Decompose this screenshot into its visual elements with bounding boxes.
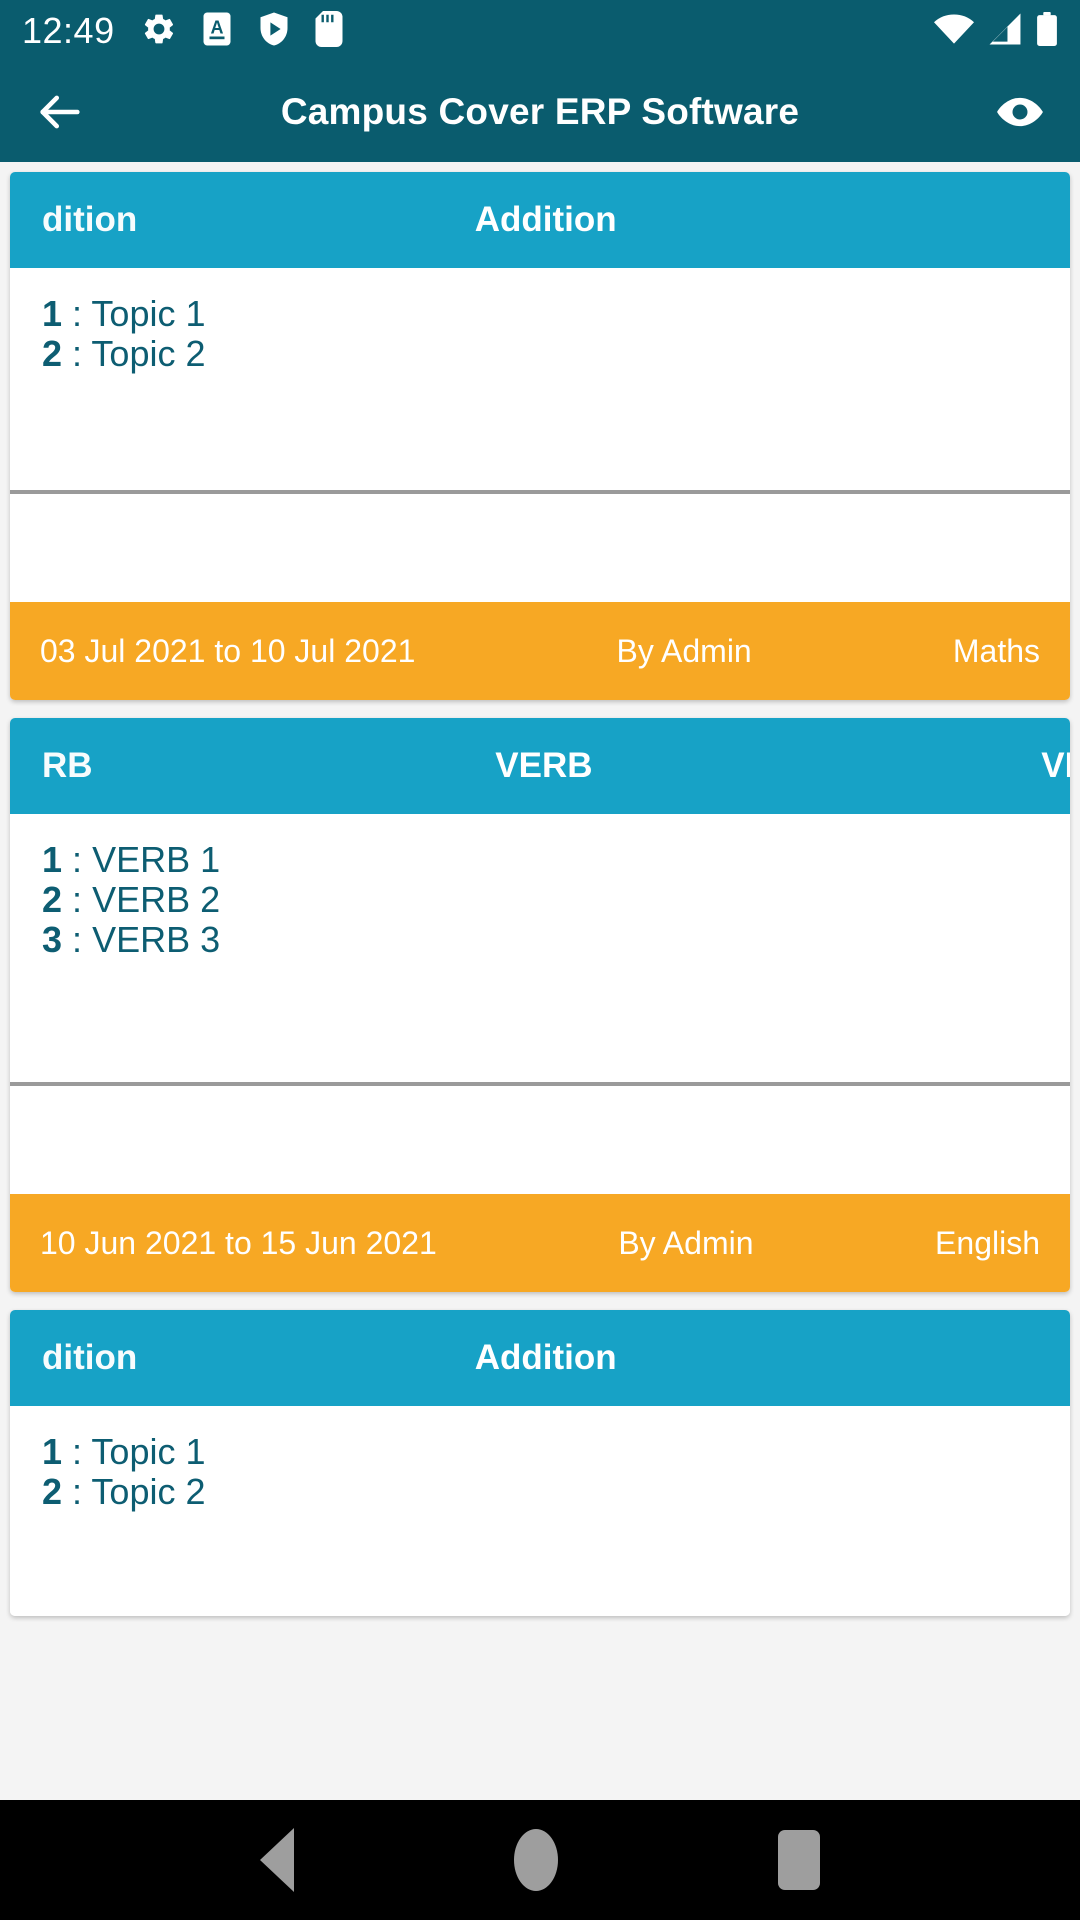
marquee-text-center: VERB	[495, 746, 593, 785]
card-author: By Admin	[618, 1224, 754, 1261]
topic-index: 2	[42, 1470, 63, 1512]
marquee-text-center: Addition	[474, 1338, 617, 1377]
gear-icon	[141, 11, 177, 52]
shield-play-icon	[257, 11, 291, 52]
card-subject: English	[935, 1224, 1040, 1261]
status-notification-icons: A	[141, 10, 343, 52]
topic-row: 2 : Topic 2	[42, 1470, 1038, 1512]
lesson-plan-list[interactable]: dition Addition 1 : Topic 1 2 : Topic 2	[0, 162, 1080, 1800]
a-subtitle-icon: A	[201, 11, 233, 52]
wifi-icon	[934, 13, 974, 50]
topic-row: 2 : Topic 2	[42, 332, 1038, 374]
android-navigation-bar	[0, 1800, 1080, 1920]
topic-row: 1 : Topic 1	[42, 294, 1038, 334]
marquee-text-left: RB	[42, 746, 93, 785]
topic-index: 3	[42, 918, 63, 960]
lesson-card[interactable]: dition Addition 1 : Topic 1 2 : Topic 2	[10, 172, 1070, 700]
card-topic-list: 1 : VERB 1 2 : VERB 2 3 : VERB 3	[10, 814, 1070, 1082]
topic-index: 1	[42, 293, 63, 334]
card-date-range: 10 Jun 2021 to 15 Jun 2021	[40, 1224, 437, 1261]
topic-separator: :	[72, 918, 83, 960]
status-system-icons	[934, 11, 1058, 51]
card-secondary-area	[10, 1086, 1070, 1194]
lesson-card[interactable]: dition Addition 1 : Topic 1 2 : Topic 2	[10, 1310, 1070, 1616]
topic-row: 1 : VERB 1	[42, 840, 1038, 880]
topic-row: 3 : VERB 3	[42, 918, 1038, 960]
card-header-marquee: dition Addition	[10, 172, 1070, 268]
topic-index: 2	[42, 878, 63, 920]
topic-label: Topic 1	[91, 293, 206, 334]
topic-separator: :	[72, 332, 83, 374]
visibility-toggle-button[interactable]	[988, 80, 1052, 144]
topic-label: Topic 2	[91, 1470, 206, 1512]
topic-label: Topic 1	[91, 1431, 206, 1472]
app-bar: Campus Cover ERP Software	[0, 62, 1080, 162]
topic-separator: :	[72, 293, 83, 334]
card-subject: Maths	[952, 632, 1040, 669]
lesson-card[interactable]: RB VERB VE 1 : VERB 1 2 : VERB 2 3 :	[10, 718, 1070, 1292]
home-circle-icon[interactable]	[514, 1829, 558, 1891]
topic-label: VERB 1	[92, 839, 221, 880]
topic-index: 2	[42, 332, 63, 374]
status-clock: 12:49	[22, 10, 115, 51]
topic-index: 1	[42, 1431, 63, 1472]
arrow-left-icon	[40, 95, 80, 129]
topic-separator: :	[72, 1431, 83, 1472]
card-secondary-area	[10, 494, 1070, 602]
card-date-range: 03 Jul 2021 to 10 Jul 2021	[40, 632, 416, 669]
card-topic-list: 1 : Topic 1 2 : Topic 2	[10, 1406, 1070, 1616]
card-header-marquee: RB VERB VE	[10, 718, 1070, 814]
topic-row: 1 : Topic 1	[42, 1432, 1038, 1472]
back-triangle-icon[interactable]	[260, 1828, 294, 1892]
card-footer: 10 Jun 2021 to 15 Jun 2021 By Admin Engl…	[10, 1194, 1070, 1292]
signal-icon	[988, 13, 1022, 50]
marquee-text-center: Addition	[474, 200, 617, 239]
topic-separator: :	[72, 839, 83, 880]
recents-square-icon[interactable]	[778, 1830, 820, 1890]
card-footer: 03 Jul 2021 to 10 Jul 2021 By Admin Math…	[10, 602, 1070, 700]
app-screen: 12:49 A Campus Cover ERP Software dition…	[0, 0, 1080, 1920]
marquee-text-left: dition	[42, 1338, 138, 1377]
topic-label: VERB 2	[92, 878, 221, 920]
eye-icon	[997, 97, 1043, 127]
sd-card-icon	[315, 10, 343, 52]
topic-separator: :	[72, 878, 83, 920]
topic-row: 2 : VERB 2	[42, 878, 1038, 920]
marquee-text-left: dition	[42, 200, 138, 239]
status-bar: 12:49 A	[0, 0, 1080, 62]
page-title: Campus Cover ERP Software	[280, 91, 800, 132]
card-author: By Admin	[616, 632, 752, 669]
battery-icon	[1036, 11, 1058, 51]
marquee-text-right: VE	[1041, 746, 1070, 785]
back-button[interactable]	[28, 80, 92, 144]
card-topic-list: 1 : Topic 1 2 : Topic 2	[10, 268, 1070, 490]
topic-label: VERB 3	[92, 918, 221, 960]
svg-text:A: A	[210, 17, 223, 37]
card-header-marquee: dition Addition	[10, 1310, 1070, 1406]
topic-index: 1	[42, 839, 63, 880]
topic-separator: :	[72, 1470, 83, 1512]
topic-label: Topic 2	[91, 332, 206, 374]
